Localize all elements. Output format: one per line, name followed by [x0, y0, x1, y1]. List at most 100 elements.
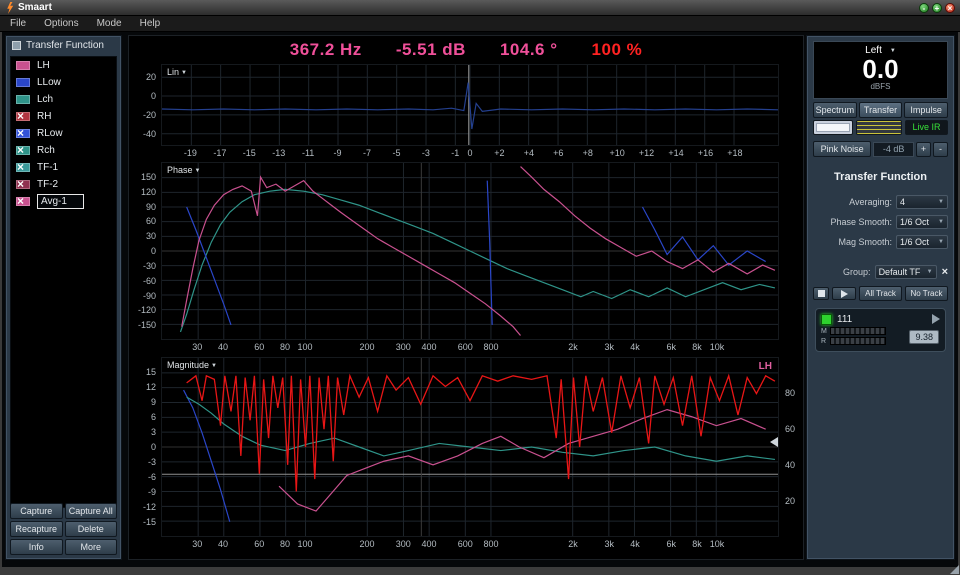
trace-row[interactable]: × Avg-1 — [11, 193, 116, 210]
stop-button[interactable] — [813, 287, 829, 300]
y-axis-tick: 6 — [151, 412, 156, 422]
trace-row[interactable]: × RLow — [11, 125, 116, 142]
magnitude-plot-label[interactable]: Magnitude▼ — [167, 360, 217, 370]
generator-level[interactable]: -4 dB — [873, 142, 914, 157]
phase-plot-label[interactable]: Phase▼ — [167, 165, 200, 175]
phase-x-axis: 304060801002003004006008002k3k4k6k8k10k — [161, 341, 779, 355]
impulse-plot[interactable]: Lin▼ — [161, 64, 779, 146]
capture-all-button[interactable]: Capture All — [65, 503, 118, 519]
track-gain-value[interactable]: 9.38 — [909, 330, 939, 344]
phase-plot[interactable]: Phase▼ — [161, 162, 779, 340]
trace-hidden-icon[interactable]: × — [17, 176, 24, 193]
no-track-button[interactable]: No Track — [905, 286, 948, 301]
y-axis-tick: 30 — [146, 231, 156, 241]
y-axis-tick: -3 — [148, 457, 156, 467]
trace-label[interactable]: TF-2 — [37, 176, 58, 193]
chevron-down-icon: ▼ — [938, 219, 944, 225]
trace-row[interactable]: LLow — [11, 74, 116, 91]
level-up-button[interactable]: + — [916, 142, 931, 157]
trace-row[interactable]: × Rch — [11, 142, 116, 159]
x-axis-tick: 40 — [218, 342, 228, 352]
trace-color-swatch[interactable] — [16, 95, 30, 104]
magnitude-plot-canvas[interactable] — [162, 358, 778, 536]
trace-hidden-icon[interactable]: × — [17, 125, 24, 142]
trace-row[interactable]: × TF-1 — [11, 159, 116, 176]
all-track-button[interactable]: All Track — [859, 286, 902, 301]
trace-list[interactable]: LHLLowLch × RH × RLow × Rch × TF-1 × TF-2 × Avg-1 — [10, 56, 117, 508]
trace-label[interactable]: LH — [37, 57, 50, 74]
stop-icon — [818, 290, 825, 297]
lin-x-axis: -19-17-15-13-11-9-7-5-3-10+2+4+6+8+10+12… — [161, 147, 779, 161]
x-axis-tick: 800 — [483, 539, 498, 549]
group-select[interactable]: Default TF ▼ — [875, 265, 937, 279]
pink-noise-button[interactable]: Pink Noise — [813, 141, 871, 157]
x-axis-tick: 200 — [359, 539, 374, 549]
title-bar[interactable]: Smaart -+× — [0, 0, 960, 16]
y-axis-tick: 0 — [151, 246, 156, 256]
window-max-button[interactable]: + — [932, 3, 942, 13]
window-controls: -+× — [919, 3, 955, 13]
track-active-led[interactable] — [821, 314, 832, 325]
window-close-button[interactable]: × — [945, 3, 955, 13]
tab-impulse[interactable]: Impulse — [904, 102, 948, 118]
menu-options[interactable]: Options — [44, 18, 78, 29]
live-ir-button[interactable]: Live IR — [905, 120, 948, 135]
x-axis-tick: +16 — [698, 148, 713, 158]
meter-value: 0.0 — [814, 56, 947, 82]
trace-color-swatch[interactable] — [16, 78, 30, 87]
more-button[interactable]: More — [65, 539, 118, 555]
impulse-plot-canvas[interactable] — [162, 65, 778, 145]
menu-file[interactable]: File — [10, 18, 26, 29]
tab-transfer[interactable]: Transfer — [859, 102, 903, 118]
chevron-down-icon: ▼ — [181, 70, 187, 76]
meter-unit: dBFS — [814, 82, 947, 91]
delete-button[interactable]: Delete — [65, 521, 118, 537]
trace-hidden-icon[interactable]: × — [17, 108, 24, 125]
averaging-select[interactable]: 4 ▼ — [896, 195, 948, 209]
meter-view-button[interactable] — [813, 120, 853, 135]
trace-hidden-icon[interactable]: × — [17, 193, 24, 210]
trace-name-input[interactable]: Avg-1 — [37, 194, 84, 209]
x-axis-tick: 4k — [630, 539, 640, 549]
trace-label[interactable]: LLow — [37, 74, 61, 91]
tab-spectrum[interactable]: Spectrum — [813, 102, 857, 118]
resize-grip[interactable] — [950, 565, 959, 574]
y-axis-tick: 120 — [141, 187, 156, 197]
trace-label[interactable]: Rch — [37, 142, 55, 159]
phase-plot-canvas[interactable] — [162, 163, 778, 339]
level-down-button[interactable]: - — [933, 142, 948, 157]
recapture-button[interactable]: Recapture — [10, 521, 63, 537]
play-button[interactable] — [832, 287, 856, 300]
window-min-button[interactable]: - — [919, 3, 929, 13]
menu-help[interactable]: Help — [140, 18, 161, 29]
group-tools-icon[interactable]: × — [942, 266, 948, 278]
x-axis-tick: 400 — [422, 539, 437, 549]
menu-mode[interactable]: Mode — [97, 18, 122, 29]
x-axis-tick: -9 — [334, 148, 342, 158]
track-play-icon[interactable] — [932, 314, 940, 324]
trace-row[interactable]: Lch — [11, 91, 116, 108]
magnitude-plot[interactable]: Magnitude▼ LH — [161, 357, 779, 537]
capture-button[interactable]: Capture — [10, 503, 63, 519]
trace-color-swatch[interactable] — [16, 61, 30, 70]
mag-smooth-select[interactable]: 1/6 Oct ▼ — [896, 235, 948, 249]
trace-hidden-icon[interactable]: × — [17, 159, 24, 176]
trace-label[interactable]: Lch — [37, 91, 53, 108]
right-axis-tick: 60 — [785, 424, 795, 434]
trace-label[interactable]: RLow — [37, 125, 63, 142]
trace-row[interactable]: LH — [11, 57, 116, 74]
trace-hidden-icon[interactable]: × — [17, 142, 24, 159]
trace-offset-marker[interactable] — [770, 437, 778, 447]
phase-smooth-select[interactable]: 1/6 Oct ▼ — [896, 215, 948, 229]
info-button[interactable]: Info — [10, 539, 63, 555]
impulse-plot-label[interactable]: Lin▼ — [167, 67, 187, 77]
trace-row[interactable]: × RH — [11, 108, 116, 125]
meter-m-label: M — [821, 328, 827, 335]
trace-label[interactable]: TF-1 — [37, 159, 58, 176]
trace-row[interactable]: × TF-2 — [11, 176, 116, 193]
signal-generator: Pink Noise -4 dB + - — [813, 141, 948, 157]
spectrograph-view-button[interactable] — [856, 120, 902, 135]
y-axis-tick: 15 — [146, 367, 156, 377]
trace-label[interactable]: RH — [37, 108, 51, 125]
window-title: Smaart — [18, 2, 52, 13]
